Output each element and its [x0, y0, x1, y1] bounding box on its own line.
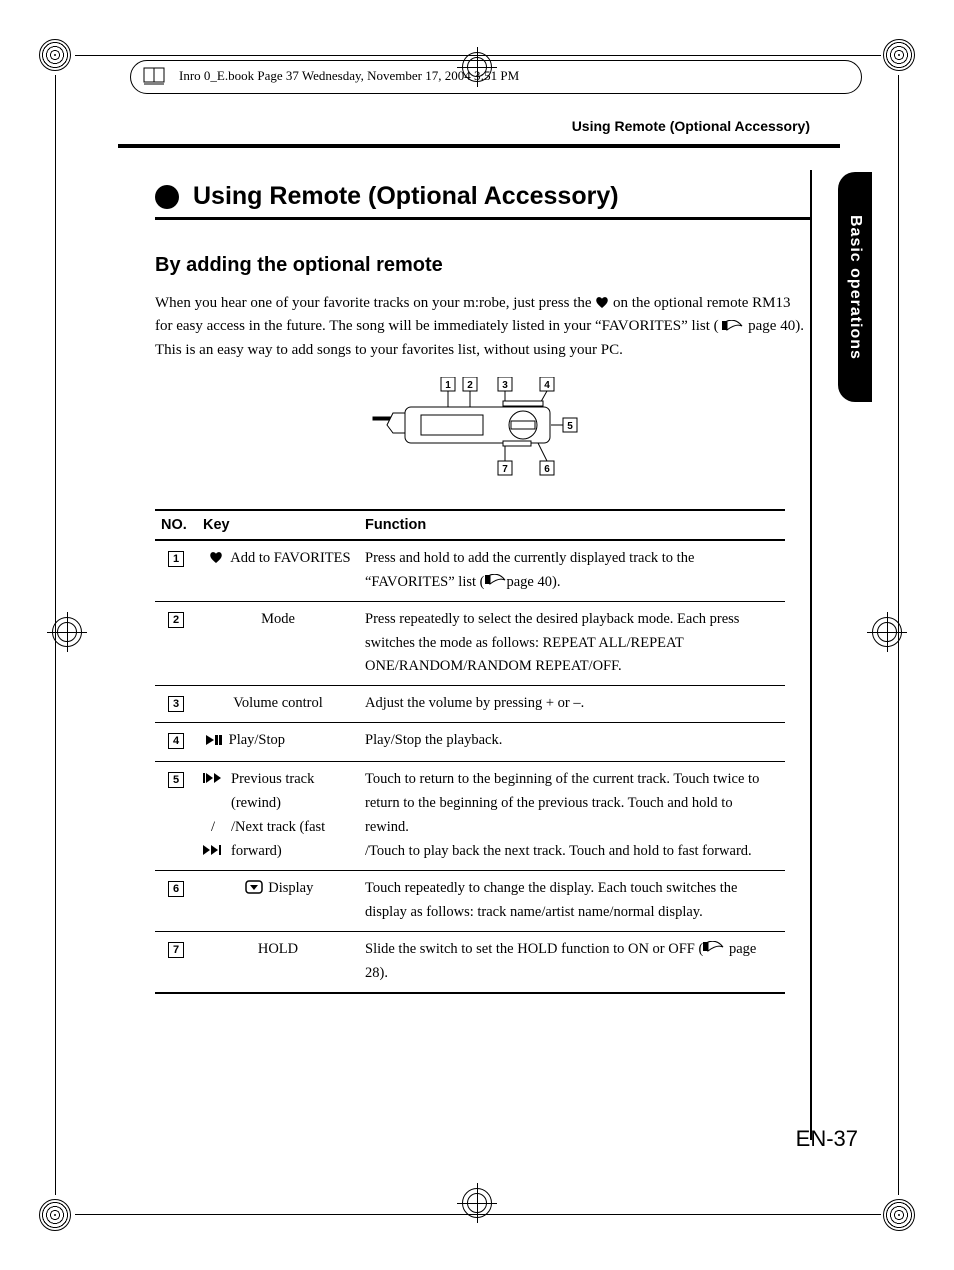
key-number: 4: [155, 723, 197, 762]
frame-line: [55, 75, 56, 1195]
page-number: EN-37: [796, 1126, 858, 1152]
remote-key-table: NO. Key Function 1 Add to FAVORITESPress…: [155, 509, 785, 994]
prev-track-icon: [203, 768, 223, 816]
callout-label: 2: [467, 380, 473, 391]
key-number: 5: [155, 762, 197, 871]
key-function: Touch repeatedly to change the display. …: [359, 870, 785, 931]
section-heading-text: Using Remote (Optional Accessory): [193, 182, 619, 211]
callout-label: 7: [502, 464, 508, 475]
key-name: Display: [197, 870, 359, 931]
registration-mark: [38, 1198, 72, 1232]
key-name: Play/Stop: [197, 723, 359, 762]
running-head-rule: [118, 144, 840, 148]
remote-illustration: 1 2 3 4 5 6 7: [353, 377, 613, 487]
registration-mark: [38, 38, 72, 72]
key-function: Touch to return to the beginning of the …: [359, 762, 785, 871]
registration-mark: [882, 1198, 916, 1232]
next-track-icon: /: [203, 816, 223, 864]
callout-label: 4: [544, 380, 550, 391]
section-tab: Basic operations: [838, 172, 872, 402]
key-number: 6: [155, 870, 197, 931]
intro-paragraph: When you hear one of your favorite track…: [155, 292, 810, 362]
key-number: 1: [155, 540, 197, 601]
section-heading: Using Remote (Optional Accessory): [155, 182, 810, 211]
key-number: 2: [155, 601, 197, 686]
table-row: 7HOLDSlide the switch to set the HOLD fu…: [155, 931, 785, 992]
col-fn: Function: [359, 510, 785, 540]
sub-heading: By adding the optional remote: [155, 254, 810, 277]
frame-line: [75, 55, 881, 56]
col-key: Key: [197, 510, 359, 540]
callout-label: 3: [502, 380, 508, 391]
intro-part-a: When you hear one of your favorite track…: [155, 295, 595, 311]
frame-line: [898, 75, 899, 1195]
col-no: NO.: [155, 510, 197, 540]
key-function: Slide the switch to set the HOLD functio…: [359, 931, 785, 992]
key-name: Previous track (rewind)/ /Next track (fa…: [197, 762, 359, 871]
key-name: Mode: [197, 601, 359, 686]
page-ref-icon: [703, 941, 725, 957]
table-row: 3Volume controlAdjust the volume by pres…: [155, 686, 785, 723]
table-row: 4 Play/StopPlay/Stop the playback.: [155, 723, 785, 762]
table-row: 1 Add to FAVORITESPress and hold to add …: [155, 540, 785, 601]
display-icon: [243, 879, 265, 903]
page-ref-icon: [722, 320, 744, 332]
page-ref-icon: [485, 574, 507, 590]
section-tab-label: Basic operations: [846, 215, 864, 360]
framemaker-header: Inro 0_E.book Page 37 Wednesday, Novembe…: [130, 60, 862, 94]
page-body: Using Remote (Optional Accessory) By add…: [155, 170, 812, 1140]
key-name: Volume control: [197, 686, 359, 723]
framemaker-header-text: Inro 0_E.book Page 37 Wednesday, Novembe…: [179, 68, 519, 84]
callout-label: 1: [445, 380, 451, 391]
callout-label: 5: [567, 421, 573, 432]
frame-line: [75, 1214, 881, 1215]
running-head: Using Remote (Optional Accessory): [155, 118, 810, 140]
key-number: 3: [155, 686, 197, 723]
book-icon: [141, 65, 169, 87]
key-function: Play/Stop the playback.: [359, 723, 785, 762]
playpause-icon: [203, 731, 225, 755]
key-name: Add to FAVORITES: [197, 540, 359, 601]
heart-icon: [205, 549, 227, 573]
table-row: 5Previous track (rewind)/ /Next track (f…: [155, 762, 785, 871]
registration-mark: [882, 38, 916, 72]
table-row: 2ModePress repeatedly to select the desi…: [155, 601, 785, 686]
heart-icon: [595, 296, 609, 309]
key-function: Adjust the volume by pressing + or –.: [359, 686, 785, 723]
key-number: 7: [155, 931, 197, 992]
callout-label: 6: [544, 464, 550, 475]
key-function: Press and hold to add the currently disp…: [359, 540, 785, 601]
bullet-icon: [155, 185, 179, 209]
key-function: Press repeatedly to select the desired p…: [359, 601, 785, 686]
table-row: 6 DisplayTouch repeatedly to change the …: [155, 870, 785, 931]
section-rule: [155, 217, 810, 220]
key-name: HOLD: [197, 931, 359, 992]
